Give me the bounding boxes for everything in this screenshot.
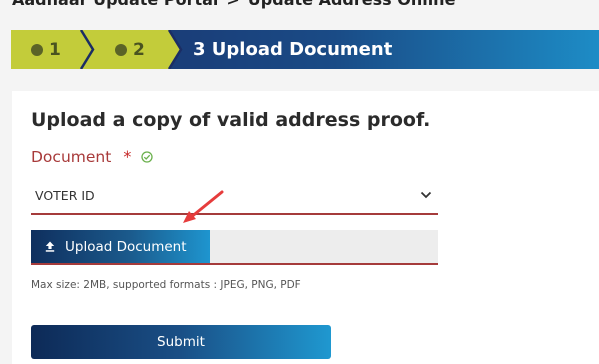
- breadcrumb-separator: >: [226, 0, 239, 9]
- check-circle-icon: [115, 31, 127, 56]
- step-1[interactable]: 1: [31, 30, 61, 69]
- upload-field: Upload Document: [31, 230, 438, 265]
- red-arrow-icon: [183, 190, 224, 223]
- breadcrumb: Aadhaar Update Portal > Update Address O…: [12, 0, 455, 10]
- document-type-select[interactable]: VOTER ID: [31, 177, 438, 215]
- submit-button[interactable]: Submit: [31, 325, 331, 359]
- upload-button-label: Upload Document: [65, 238, 187, 255]
- file-format-hint: Max size: 2MB, supported formats : JPEG,…: [31, 279, 301, 291]
- breadcrumb-parent[interactable]: Aadhaar Update Portal: [12, 0, 218, 9]
- check-circle-icon: [31, 31, 43, 56]
- step-3-label: 3 Upload Document: [193, 39, 393, 60]
- check-circle-outline-icon: [141, 150, 153, 163]
- required-mark: *: [123, 147, 132, 166]
- selected-document-value: VOTER ID: [35, 187, 95, 203]
- step-3: 3 Upload Document: [193, 30, 392, 69]
- upload-form-card: Upload a copy of valid address proof. Do…: [12, 91, 599, 364]
- upload-document-button[interactable]: Upload Document: [31, 230, 210, 263]
- step-2-label: 2: [133, 39, 145, 60]
- document-field-label: Document *: [31, 147, 153, 166]
- step-2[interactable]: 2: [115, 30, 145, 69]
- progress-stepper: 1 2 3 Upload Document: [11, 30, 599, 69]
- chevron-down-icon: [420, 191, 432, 199]
- upload-icon: [45, 241, 55, 252]
- breadcrumb-current: Update Address Online: [248, 0, 456, 9]
- submit-button-label: Submit: [157, 334, 205, 350]
- document-label: Document: [31, 147, 112, 166]
- form-title: Upload a copy of valid address proof.: [31, 109, 431, 131]
- step-1-label: 1: [49, 39, 61, 60]
